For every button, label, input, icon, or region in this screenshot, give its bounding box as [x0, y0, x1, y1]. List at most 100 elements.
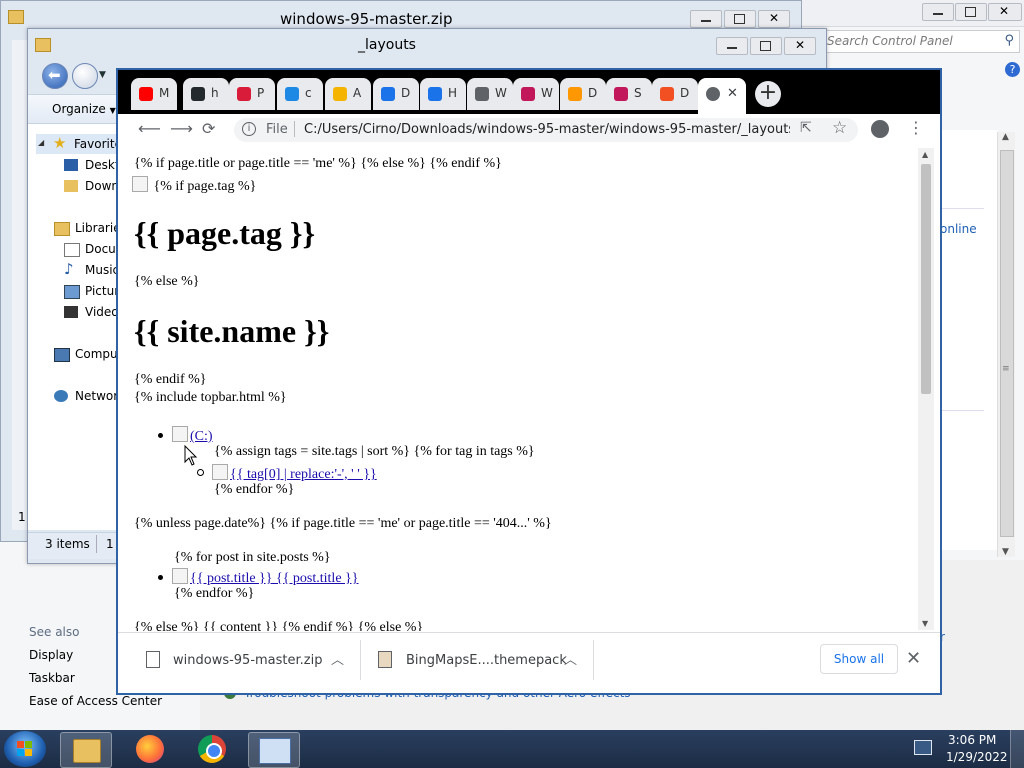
- zip-status-count: 1: [18, 510, 26, 524]
- post-link[interactable]: {{ post.title }} {{ post.title }}: [172, 568, 358, 587]
- star-icon: ★: [53, 134, 67, 152]
- network-tray-icon[interactable]: [914, 740, 932, 755]
- pinwheel-icon: [333, 87, 347, 101]
- layouts-maximize-button[interactable]: [750, 37, 782, 55]
- tab-title: W: [495, 86, 507, 100]
- template-line: {% endfor %}: [174, 586, 255, 601]
- taskbar-explorer-button[interactable]: [60, 732, 112, 768]
- back-button[interactable]: ⬅: [42, 63, 68, 89]
- forward-button[interactable]: [72, 63, 98, 89]
- nav-music[interactable]: Music: [85, 263, 119, 277]
- desktop-icon: [64, 159, 78, 171]
- close-icon[interactable]: ✕: [727, 86, 738, 101]
- collapse-icon[interactable]: ◢: [38, 138, 44, 147]
- online-link[interactable]: online: [940, 222, 977, 236]
- template-line: {% include topbar.html %}: [134, 390, 287, 405]
- taskbar-control-panel-button[interactable]: [248, 732, 300, 768]
- cp-maximize-button[interactable]: [955, 3, 987, 21]
- browser-tab[interactable]: h: [183, 78, 229, 110]
- tab-title: D: [401, 86, 411, 100]
- see-also-heading: See also: [29, 625, 80, 639]
- help-icon[interactable]: ?: [1005, 62, 1020, 77]
- bing-icon: [285, 87, 299, 101]
- cp-close-button[interactable]: ✕: [988, 3, 1022, 21]
- drive-c-link[interactable]: (C:): [172, 426, 213, 445]
- browser-tab[interactable]: M: [131, 78, 177, 110]
- file-icon: [146, 651, 160, 668]
- clock-date[interactable]: 1/29/2022: [946, 750, 1008, 764]
- template-line: {% if page.tag %}: [132, 176, 256, 195]
- organize-button[interactable]: Organize ▼: [52, 102, 116, 116]
- browser-tab[interactable]: H: [420, 78, 466, 110]
- cp-minimize-button[interactable]: [922, 3, 954, 21]
- forward-arrow-icon[interactable]: ⟶: [170, 119, 193, 138]
- link-text[interactable]: (C:): [190, 429, 213, 444]
- taskbar-chrome-button[interactable]: [188, 732, 238, 766]
- link-text[interactable]: {{ post.title }} {{ post.title }}: [190, 571, 358, 586]
- pictures-icon: [64, 285, 80, 299]
- tab-title: c: [305, 86, 312, 100]
- tab-title: W: [541, 86, 553, 100]
- control-panel-search-input[interactable]: Search Control Panel ⚲: [822, 30, 1020, 53]
- tag-link[interactable]: {{ tag[0] | replace:'-', ' ' }}: [212, 464, 377, 483]
- documents-icon: [64, 243, 80, 257]
- browser-tab[interactable]: W: [467, 78, 513, 110]
- cp-vertical-scrollbar[interactable]: ▲ ▼ ≡: [997, 132, 1015, 557]
- see-also-ease-of-access-link[interactable]: Ease of Access Center: [29, 694, 162, 708]
- layouts-minimize-button[interactable]: [716, 37, 748, 55]
- browser-tab[interactable]: D: [373, 78, 419, 110]
- profile-icon[interactable]: [871, 120, 889, 138]
- broken-image-icon: [172, 426, 188, 442]
- layouts-close-button[interactable]: ✕: [784, 37, 816, 55]
- bookmark-star-icon[interactable]: ☆: [832, 118, 847, 138]
- tab-active[interactable]: ✕: [698, 78, 746, 114]
- globe-icon: [706, 87, 720, 101]
- chevron-down-icon[interactable]: ▼: [99, 70, 106, 80]
- address-url[interactable]: C:/Users/Cirno/Downloads/windows-95-mast…: [304, 122, 790, 137]
- template-line: {% else %} {{ content }} {% endif %} {% …: [134, 620, 424, 631]
- status-items-count: 3 items: [45, 537, 90, 551]
- browser-tab[interactable]: D: [652, 78, 698, 110]
- libraries-icon: [54, 222, 70, 236]
- browser-tab[interactable]: S: [606, 78, 652, 110]
- taskbar-firefox-button[interactable]: [126, 732, 176, 766]
- see-also-taskbar-link[interactable]: Taskbar: [29, 671, 75, 685]
- browser-tab[interactable]: D: [560, 78, 606, 110]
- zip-close-button[interactable]: ✕: [758, 10, 790, 28]
- broken-image-icon: [212, 464, 228, 480]
- link-text[interactable]: {{ tag[0] | replace:'-', ' ' }}: [230, 467, 377, 482]
- browser-tab[interactable]: W: [513, 78, 559, 110]
- page-vertical-scrollbar[interactable]: ▲ ▼: [918, 148, 934, 630]
- chevron-up-icon[interactable]: ︿: [564, 649, 577, 668]
- template-text: {% if page.tag %}: [153, 179, 257, 194]
- zip-maximize-button[interactable]: [724, 10, 756, 28]
- see-also-display-link[interactable]: Display: [29, 648, 73, 662]
- template-line: {% unless page.date%} {% if page.title =…: [134, 516, 552, 531]
- control-panel-icon: [259, 738, 291, 764]
- chevron-up-icon[interactable]: ︿: [331, 649, 344, 668]
- tab-title: D: [588, 86, 598, 100]
- menu-kebab-icon[interactable]: ⋮: [908, 118, 924, 137]
- download-item-name[interactable]: windows-95-master.zip: [173, 653, 323, 668]
- start-button[interactable]: [4, 731, 46, 767]
- info-icon[interactable]: i: [242, 122, 256, 136]
- tab-title: h: [211, 86, 219, 100]
- browser-tab[interactable]: A: [325, 78, 371, 110]
- close-icon[interactable]: ✕: [906, 648, 921, 669]
- download-item-name[interactable]: BingMapsE....themepack: [406, 653, 567, 668]
- show-all-button[interactable]: Show all: [820, 644, 898, 674]
- tab-title: A: [353, 86, 362, 100]
- new-tab-button[interactable]: +: [755, 81, 781, 107]
- firefox-icon: [136, 735, 164, 763]
- reload-icon[interactable]: ⟳: [202, 119, 215, 138]
- clock-time[interactable]: 3:06 PM: [948, 733, 996, 747]
- address-separator: [294, 121, 295, 137]
- back-arrow-icon[interactable]: ⟵: [138, 119, 161, 138]
- computer-icon: [54, 348, 70, 362]
- show-desktop-button[interactable]: [1010, 730, 1024, 768]
- browser-tab[interactable]: c: [277, 78, 323, 110]
- folder-icon: [73, 739, 101, 763]
- share-icon[interactable]: ⇱: [800, 120, 812, 136]
- zip-minimize-button[interactable]: [690, 10, 722, 28]
- browser-tab[interactable]: P: [229, 78, 275, 110]
